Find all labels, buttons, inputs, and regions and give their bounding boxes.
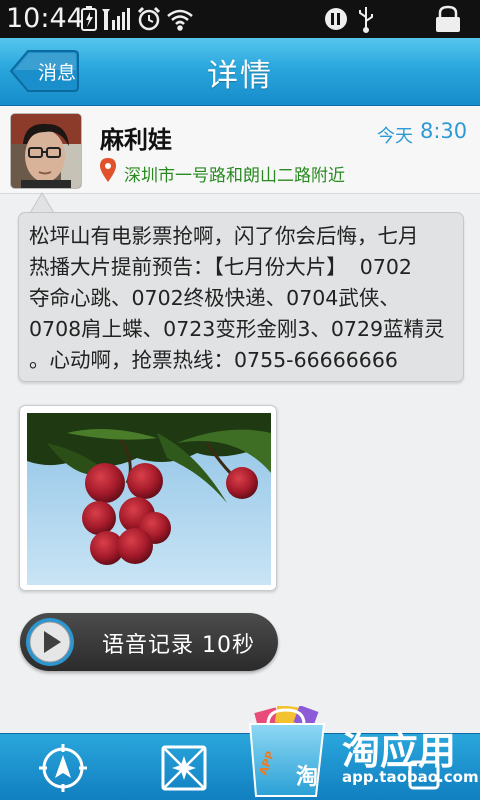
battery-charging-icon <box>81 6 97 31</box>
usb-icon <box>359 7 373 33</box>
avatar[interactable] <box>11 114 81 188</box>
page-title: 详情 <box>207 58 273 94</box>
signal-icon <box>102 8 130 30</box>
status-icons-left <box>81 6 193 31</box>
status-bar: 10:44 <box>0 0 480 38</box>
avatar-image <box>11 114 81 188</box>
message-line: 。心动啊，抢票热线：0755-66666666 <box>29 348 398 372</box>
map-icon <box>161 745 207 791</box>
alarm-icon <box>137 6 161 31</box>
watermark-brand: 淘应用 <box>342 729 456 773</box>
message-line: 松坪山有电影票抢啊，闪了你会后悔，七月 <box>29 224 419 248</box>
map-button[interactable] <box>158 742 210 794</box>
watermark-url: app.taobao.com <box>342 768 479 786</box>
user-name[interactable]: 麻利娃 <box>100 120 172 155</box>
lock-icon <box>436 5 460 32</box>
bag-char: 淘 <box>296 764 318 790</box>
voice-record-button[interactable]: 语音记录 10秒 <box>20 613 278 671</box>
post-time-value: 8:30 <box>420 119 468 143</box>
title-bar: 消息 详情 <box>0 38 480 106</box>
app-store-icon: APP 淘 淘应用 app.taobao.com <box>248 704 479 797</box>
post-header: 麻利娃 今天 8:30 深圳市一号路和朗山二路附近 <box>0 106 480 194</box>
media-icon <box>325 8 347 30</box>
message-text: 松坪山有电影票抢啊，闪了你会后悔，七月 热播大片提前预告：【七月份大片】 070… <box>29 221 461 376</box>
compass-nav-icon <box>39 744 87 792</box>
message-line: 0708肩上蝶、0723变形金刚3、0729蓝精灵 <box>29 317 445 341</box>
attached-photo[interactable] <box>19 405 277 591</box>
status-time: 10:44 <box>6 3 84 34</box>
location-pin-icon <box>100 158 116 182</box>
taobao-app-watermark: APP 淘 淘应用 app.taobao.com <box>246 704 480 800</box>
message-line: 夺命心跳、0702终极快递、0704武侠、 <box>29 286 400 310</box>
play-icon <box>26 618 74 666</box>
lychee-photo <box>27 413 271 585</box>
post-time-label: 今天 <box>377 126 413 147</box>
bubble-pointer <box>30 192 54 214</box>
navigate-button[interactable] <box>37 742 89 794</box>
photo-content <box>27 413 271 585</box>
status-icons-right <box>325 5 460 33</box>
wifi-icon <box>167 9 193 31</box>
message-bubble: 松坪山有电影票抢啊，闪了你会后悔，七月 热播大片提前预告：【七月份大片】 070… <box>18 212 464 382</box>
message-line: 热播大片提前预告：【七月份大片】 0702 <box>29 255 412 279</box>
location-text[interactable]: 深圳市一号路和朗山二路附近 <box>124 161 345 186</box>
voice-record-label: 语音记录 10秒 <box>102 633 255 658</box>
